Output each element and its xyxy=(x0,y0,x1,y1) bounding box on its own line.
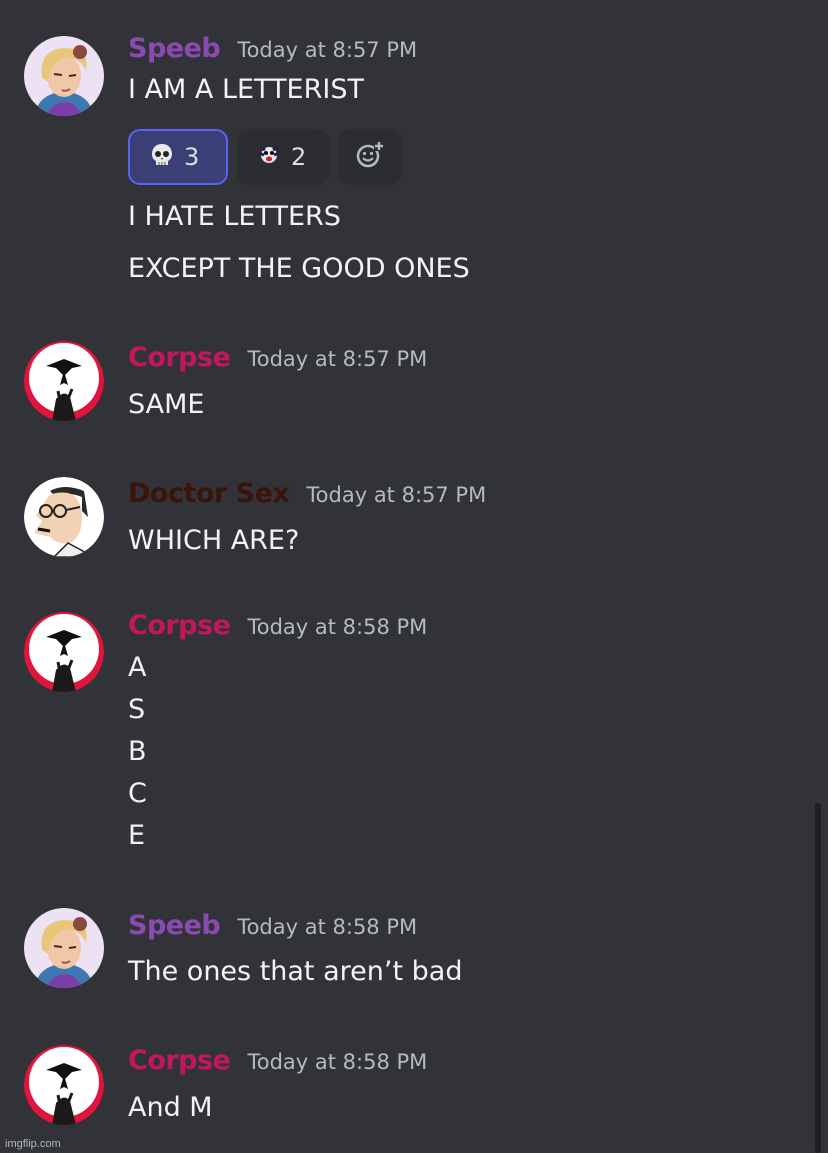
corpse-avatar[interactable] xyxy=(24,612,104,692)
timestamp: Today at 8:58 PM xyxy=(247,1050,428,1074)
message-header: Corpse Today at 8:57 PM xyxy=(128,342,427,373)
timestamp: Today at 8:58 PM xyxy=(247,615,428,639)
message-header: Speeb Today at 8:57 PM xyxy=(128,33,417,64)
reaction-skull[interactable]: 3 xyxy=(128,129,228,185)
corpse-avatar[interactable] xyxy=(24,341,104,421)
message-text: And M xyxy=(128,1092,213,1123)
message-text: I AM A LETTERIST xyxy=(128,74,364,105)
timestamp: Today at 8:58 PM xyxy=(237,915,418,939)
message-text: EXCEPT THE GOOD ONES xyxy=(128,253,470,284)
message-header: Corpse Today at 8:58 PM xyxy=(128,610,427,641)
message-header: Corpse Today at 8:58 PM xyxy=(128,1045,427,1076)
custom-emoji-icon xyxy=(255,141,283,173)
add-reaction-button[interactable] xyxy=(338,129,402,185)
reaction-custom[interactable]: 2 xyxy=(237,129,329,185)
username[interactable]: Corpse xyxy=(128,610,231,641)
message-text: WHICH ARE? xyxy=(128,525,300,556)
message-text: A xyxy=(128,652,147,683)
username[interactable]: Corpse xyxy=(128,342,231,373)
skull-icon xyxy=(148,141,176,173)
message-header: Doctor Sex Today at 8:57 PM xyxy=(128,478,486,509)
timestamp: Today at 8:57 PM xyxy=(237,38,418,62)
message-text: S xyxy=(128,694,146,725)
speeb-avatar[interactable] xyxy=(24,36,104,116)
reaction-count: 3 xyxy=(184,143,200,171)
scrollbar[interactable] xyxy=(815,803,821,1153)
timestamp: Today at 8:57 PM xyxy=(306,483,487,507)
message-header: Speeb Today at 8:58 PM xyxy=(128,910,417,941)
doctor-avatar[interactable] xyxy=(24,477,104,557)
message-text: I HATE LETTERS xyxy=(128,201,341,232)
message-text: C xyxy=(128,778,147,809)
corpse-avatar[interactable] xyxy=(24,1045,104,1125)
message-text: SAME xyxy=(128,389,205,420)
username[interactable]: Corpse xyxy=(128,1045,231,1076)
reactions-bar: 3 2 xyxy=(128,129,402,185)
message-text: E xyxy=(128,820,146,851)
username[interactable]: Speeb xyxy=(128,910,221,941)
username[interactable]: Doctor Sex xyxy=(128,478,290,509)
speeb-avatar[interactable] xyxy=(24,908,104,988)
username[interactable]: Speeb xyxy=(128,33,221,64)
add-reaction-icon xyxy=(355,140,385,174)
timestamp: Today at 8:57 PM xyxy=(247,347,428,371)
watermark: imgflip.com xyxy=(5,1138,61,1150)
message-text: The ones that aren’t bad xyxy=(128,956,463,987)
reaction-count: 2 xyxy=(291,143,307,171)
message-text: B xyxy=(128,736,147,767)
